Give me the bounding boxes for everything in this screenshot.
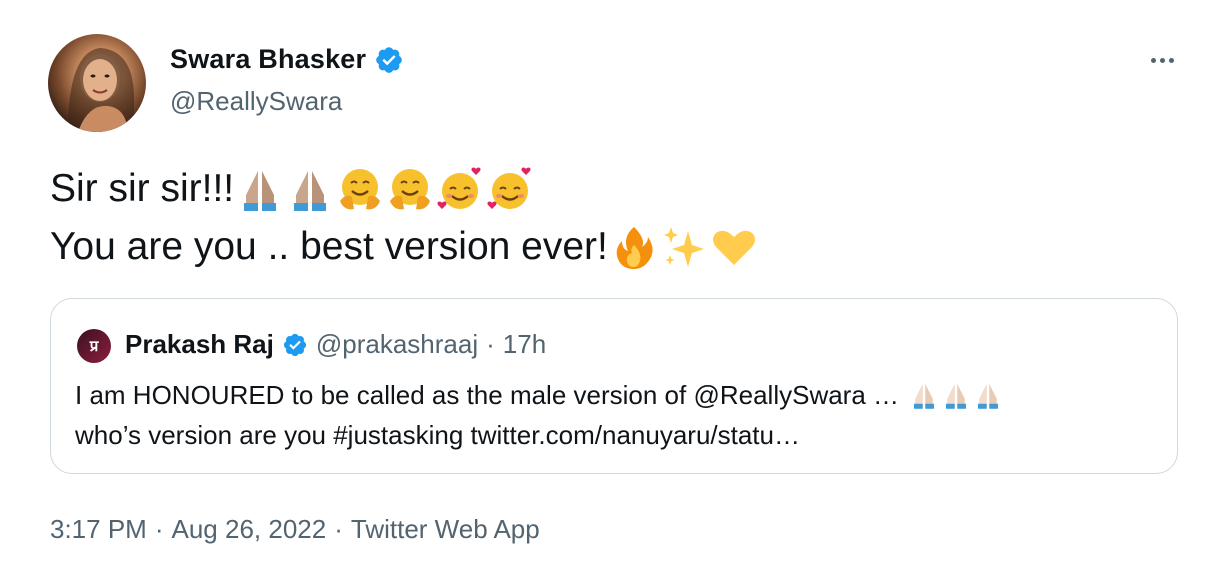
yellow-heart-icon [712,230,755,265]
hugging-face-icon [340,169,381,210]
quoted-tweet-text: I am HONOURED to be called as the male v… [75,375,1155,455]
smiling-face-with-hearts-icon [437,167,481,209]
tweet: Swara Bhasker @ReallySwara Sir sir sir!!… [0,0,1214,580]
quoted-line-1-emoji [909,380,1003,410]
author-name-text[interactable]: Swara Bhasker [170,44,366,75]
author-avatar[interactable] [48,34,146,132]
folded-hands-icon [294,171,327,211]
quoted-line-2: who’s version are you #justasking twitte… [75,415,1155,455]
folded-hands-icon [946,383,967,409]
tweet-text: Sir sir sir!!! You are you .. best versi… [50,160,1170,276]
author-name[interactable]: Swara Bhasker [170,44,404,75]
quoted-line-1-text: I am HONOURED to be called as the male v… [75,380,900,410]
verified-badge-icon [283,333,306,356]
folded-hands-icon [244,171,277,211]
author-handle[interactable]: @ReallySwara [170,86,342,117]
tweet-source[interactable]: Twitter Web App [351,514,540,545]
tweet-metadata: 3:17 PM · Aug 26, 2022 · Twitter Web App [50,514,540,545]
tweet-line-1: Sir sir sir!!! [50,160,1170,218]
verified-badge-icon [376,46,403,73]
tweet-date[interactable]: Aug 26, 2022 [172,514,327,545]
quoted-tweet-header: Prakash Raj @prakashraaj · 17h [125,329,546,360]
folded-hands-icon [978,383,999,409]
tweet-line-1-emoji [236,165,534,213]
tweet-time[interactable]: 3:17 PM [50,514,147,545]
quoted-line-1: I am HONOURED to be called as the male v… [75,375,1155,415]
tweet-line-1-text: Sir sir sir!!! [50,167,235,210]
fire-icon [616,227,653,269]
meta-separator: · [154,514,164,544]
meta-separator: · [334,514,343,544]
tweet-line-2-text: You are you .. best version ever! [50,225,608,268]
smiling-face-with-hearts-icon [487,167,531,209]
more-options-button[interactable] [1140,46,1184,74]
folded-hands-icon [914,383,935,409]
sparkles-icon [663,227,704,267]
quoted-tweet[interactable]: प्र Prakash Raj @prakashraaj · 17h I am … [50,298,1178,474]
tweet-line-2-emoji [610,223,758,271]
hugging-face-icon [390,169,431,210]
quoted-author-avatar[interactable]: प्र [77,329,111,363]
quoted-author-handle[interactable]: @prakashraaj [316,329,478,360]
quoted-timestamp[interactable]: 17h [503,329,546,360]
more-dot-icon [1150,57,1156,63]
quoted-separator: · [486,329,495,359]
quoted-line-2-text: who’s version are you #justasking twitte… [75,420,800,450]
more-dot-icon [1168,57,1174,63]
tweet-line-2: You are you .. best version ever! [50,218,1170,276]
quoted-author-name[interactable]: Prakash Raj [125,329,274,360]
more-dot-icon [1159,57,1165,63]
